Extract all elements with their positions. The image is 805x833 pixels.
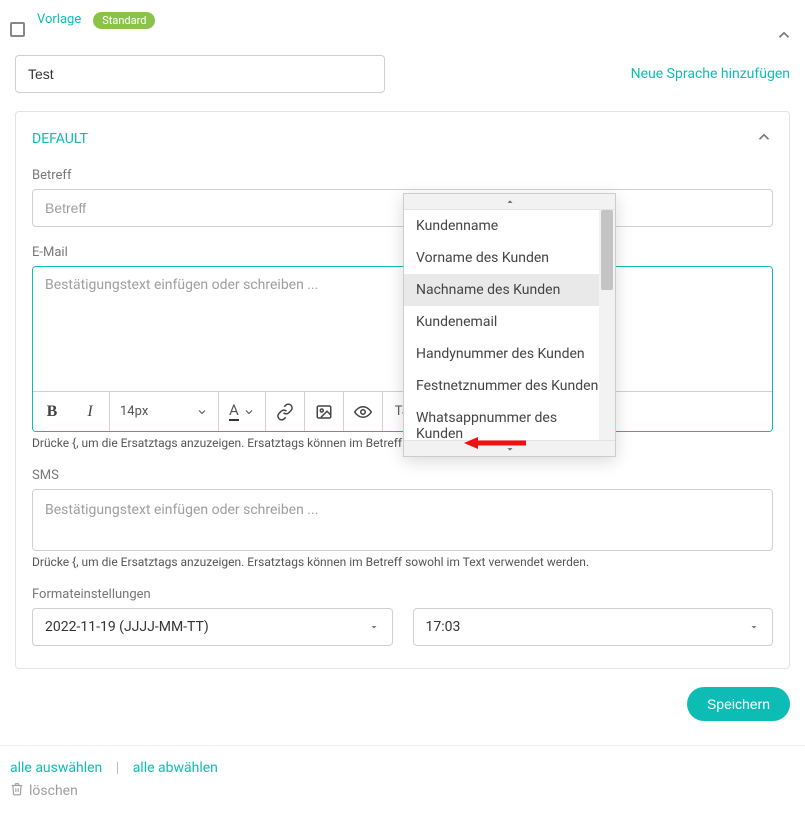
font-color-select[interactable]: A [219, 392, 265, 432]
template-header: Vorlage Standard [10, 8, 795, 55]
delete-button[interactable]: löschen [10, 782, 78, 800]
menu-scrollbar[interactable] [599, 210, 615, 440]
sms-textarea[interactable] [33, 490, 772, 546]
deselect-all-link[interactable]: alle abwählen [133, 760, 218, 776]
font-size-value: 14px [120, 404, 148, 419]
image-button[interactable] [305, 392, 343, 432]
subject-label: Betreff [32, 168, 773, 183]
font-size-select[interactable]: 14px [110, 392, 218, 432]
format-label: Formateinstellungen [32, 587, 773, 602]
tags-menu-item[interactable]: Vorname des Kunden [404, 242, 615, 274]
bulk-actions-bar: alle auswählen | alle abwählen löschen [0, 745, 805, 808]
sms-label: SMS [32, 468, 773, 483]
caret-down-icon [368, 621, 380, 633]
date-format-select[interactable]: 2022-11-19 (JJJJ-MM-TT) [32, 608, 393, 646]
tags-menu-item[interactable]: Kundenname [404, 210, 615, 242]
sms-box [32, 489, 773, 551]
tags-menu-item[interactable]: Handynummer des Kunden [404, 338, 615, 370]
template-checkbox[interactable] [10, 22, 25, 37]
panel-collapse-icon[interactable] [755, 128, 773, 150]
tags-menu-item[interactable]: Whatsappnummer des Kunden [404, 402, 615, 440]
delete-label: löschen [29, 783, 78, 799]
link-icon [276, 403, 294, 421]
bold-button[interactable]: B [33, 392, 71, 432]
template-name-input[interactable] [15, 55, 385, 93]
tags-menu-item[interactable]: Festnetznummer des Kunden [404, 370, 615, 402]
format-group: Formateinstellungen 2022-11-19 (JJJJ-MM-… [32, 587, 773, 646]
time-format-value: 17:03 [426, 619, 461, 635]
eye-icon [354, 403, 372, 421]
select-all-link[interactable]: alle auswählen [10, 760, 102, 776]
add-language-link[interactable]: Neue Sprache hinzufügen [631, 66, 790, 82]
tags-menu-item[interactable]: Nachname des Kunden [404, 274, 615, 306]
font-color-glyph: A [229, 403, 239, 421]
italic-button[interactable]: I [71, 392, 109, 432]
divider: | [116, 760, 119, 776]
tags-menu-item[interactable]: Kundenemail [404, 306, 615, 338]
preview-button[interactable] [344, 392, 382, 432]
chevron-down-icon [243, 406, 255, 418]
panel-header: DEFAULT [32, 128, 773, 150]
date-format-value: 2022-11-19 (JJJJ-MM-TT) [45, 619, 209, 635]
tags-menu: KundennameVorname des KundenNachname des… [403, 193, 616, 457]
panel-title: DEFAULT [32, 131, 88, 147]
menu-scroll-down[interactable] [404, 440, 615, 456]
menu-scroll-up[interactable] [404, 194, 615, 210]
name-row: Neue Sprache hinzufügen [15, 55, 790, 93]
time-format-select[interactable]: 17:03 [413, 608, 774, 646]
save-row: Speichern [10, 687, 795, 745]
save-button[interactable]: Speichern [687, 687, 790, 721]
collapse-icon[interactable] [775, 26, 793, 44]
link-button[interactable] [266, 392, 304, 432]
trash-icon [10, 782, 24, 800]
scrollbar-thumb[interactable] [601, 210, 613, 290]
sms-hint: Drücke {, um die Ersatztags anzuzeigen. … [32, 555, 773, 569]
sms-group: SMS Drücke {, um die Ersatztags anzuzeig… [32, 468, 773, 569]
image-icon [315, 403, 333, 421]
caret-down-icon [748, 621, 760, 633]
template-link[interactable]: Vorlage [37, 12, 81, 27]
chevron-down-icon [196, 406, 208, 418]
standard-badge: Standard [93, 12, 155, 29]
